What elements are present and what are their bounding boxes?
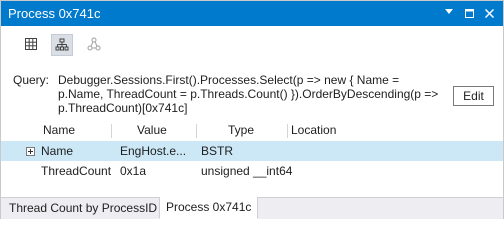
grid-view-button[interactable] <box>20 34 42 56</box>
edit-query-button[interactable]: Edit <box>453 86 494 106</box>
column-divider[interactable] <box>111 124 112 138</box>
column-header-type[interactable]: Type <box>228 122 254 139</box>
query-label: Query: <box>13 73 50 87</box>
cell-name: Name <box>41 144 74 158</box>
cell-type: BSTR <box>201 144 234 158</box>
title-bar[interactable]: Process 0x741c <box>1 1 503 26</box>
expand-icon[interactable] <box>26 147 35 156</box>
close-button[interactable] <box>479 1 499 26</box>
grid-view-icon <box>25 38 37 50</box>
graph-view-icon <box>87 37 101 51</box>
column-header-name[interactable]: Name <box>43 122 75 139</box>
cell-location <box>321 161 391 181</box>
column-header-value[interactable]: Value <box>137 122 167 139</box>
cell-location <box>291 141 391 161</box>
query-text: Debugger.Sessions.First().Processes.Sele… <box>58 73 439 115</box>
window-title: Process 0x741c <box>8 6 101 21</box>
column-header-location[interactable]: Location <box>291 122 336 139</box>
cell-type: unsigned __int64 <box>201 164 293 178</box>
column-divider[interactable] <box>287 124 288 138</box>
grid-row[interactable]: ThreadCount 0x1a unsigned __int64 <box>1 161 503 181</box>
tab-thread-count-by-processid[interactable]: Thread Count by ProcessID <box>3 198 163 219</box>
close-icon <box>484 9 494 18</box>
tab-process-0x741c[interactable]: Process 0x741c <box>159 197 259 219</box>
document-tab-strip: Thread Count by ProcessID Process 0x741c <box>1 197 503 219</box>
grid-row[interactable]: Name EngHost.e... BSTR <box>1 141 503 161</box>
cell-name: ThreadCount <box>41 164 112 178</box>
hierarchy-view-button[interactable] <box>51 34 73 56</box>
window-menu-button[interactable] <box>439 1 459 26</box>
column-divider[interactable] <box>196 124 197 138</box>
debugger-tool-window: Process 0x741c Query: Debugger.Sessions.… <box>0 0 504 219</box>
graph-view-button[interactable] <box>83 34 105 56</box>
hierarchy-view-icon <box>55 38 69 51</box>
grid-header: Name Value Type Location <box>1 122 503 139</box>
view-toolbar <box>1 26 503 64</box>
maximize-button[interactable] <box>459 1 479 26</box>
cell-value: EngHost.e... <box>120 144 187 158</box>
maximize-icon <box>464 9 474 18</box>
cell-value: 0x1a <box>120 164 147 178</box>
chevron-down-icon <box>445 9 453 14</box>
